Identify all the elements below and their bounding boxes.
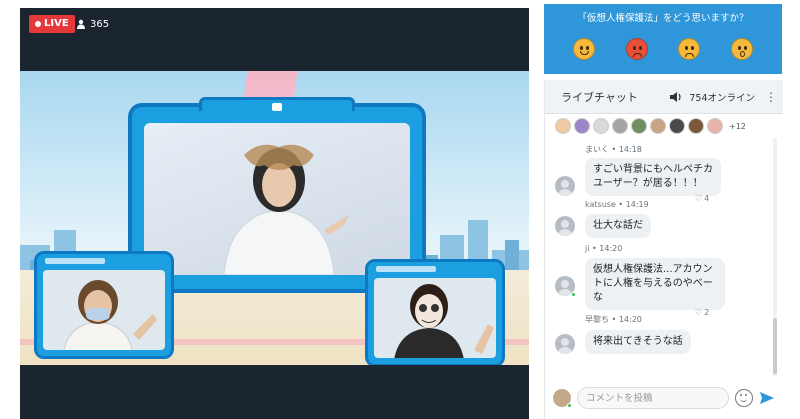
guest-left-avatar [63,280,157,350]
online-status-dot [567,403,572,408]
guest-right-avatar [394,284,494,358]
guest-name-tag [376,266,436,272]
message-author: まいく • 14:18 [585,145,642,154]
message-author: katsuse • 14:19 [585,200,649,209]
stream-video [20,71,529,365]
comment-input[interactable] [577,387,729,409]
angry-emoji-icon[interactable] [625,38,648,60]
user-avatar [555,334,575,354]
chat-input-row [545,380,783,416]
viewer-count-value: 365 [90,18,110,30]
viewer-count: 365 [76,15,109,33]
chat-message: 壮大な話だ [585,214,651,238]
more-options-icon[interactable]: ⋮ [765,90,777,104]
happy-emoji-icon[interactable] [573,38,596,60]
user-avatar [555,176,575,196]
live-badge: LIVE [29,15,75,33]
poll-panel: 「仮想人権保護法」をどう思いますか？ [544,4,782,74]
participant-avatar[interactable] [612,118,628,134]
guest-screen-right [374,278,496,358]
live-dot-icon [35,21,41,27]
chat-messages: まいく • 14:18 すごい背景にもヘルペチカユーザー？が居る！！！ ♡ 4 … [545,138,773,376]
guest-video-frame-right [365,259,505,365]
player-bottom-bar [20,365,529,419]
app-root: LIVE 365 「仮想人権保護法」をどう思いますか？ ライブチャット 754オ… [0,0,800,419]
poll-options [544,38,782,60]
guest-name-tag [45,258,105,264]
person-icon [77,19,85,29]
participant-avatar[interactable] [631,118,647,134]
video-player[interactable]: LIVE 365 [20,8,529,419]
online-status-dot [571,292,576,297]
participant-avatar[interactable] [688,118,704,134]
main-speaker-screen [144,123,410,275]
more-participants-count[interactable]: +12 [729,122,746,131]
send-icon[interactable] [759,390,775,406]
poll-question: 「仮想人権保護法」をどう思いますか？ [577,13,749,24]
message-author: 早黎ち • 14:20 [585,315,642,324]
participant-avatar[interactable] [574,118,590,134]
frame-cap [199,97,355,111]
guest-screen-left [43,270,165,350]
participant-avatar[interactable] [650,118,666,134]
user-avatar [555,216,575,236]
current-user-avatar [553,389,572,408]
online-count: 754オンライン [689,92,755,104]
scrollbar-thumb[interactable] [773,318,777,374]
live-label: LIVE [44,18,69,29]
live-chat-panel: ライブチャット 754オンライン ⋮ +12 まいく • 14:18 すごい背景… [544,80,783,419]
participant-avatars: +12 [555,118,746,134]
guest-video-frame-left [34,251,174,359]
message-likes[interactable]: ♡ 4 [695,194,709,203]
chat-message: 将来出てきそうな話 [585,330,691,354]
chat-message: 仮想人権保護法...アカウントに人権を与えるのやべーな [585,258,725,310]
emoji-picker-icon[interactable] [735,389,753,407]
sad-emoji-icon[interactable] [678,38,701,60]
participant-avatar[interactable] [669,118,685,134]
frame-logo-icon [272,103,282,111]
chat-title: ライブチャット [561,90,638,104]
chat-scrollbar[interactable] [773,138,777,376]
main-speaker-avatar [223,144,349,275]
shocked-emoji-icon[interactable] [730,38,753,60]
message-author: ji • 14:20 [585,244,623,253]
participant-avatar[interactable] [593,118,609,134]
chat-message: すごい背景にもヘルペチカユーザー？が居る！！！ [585,158,721,196]
chat-header: ライブチャット 754オンライン ⋮ [545,80,783,114]
message-likes[interactable]: ♡ 2 [695,308,709,317]
participant-avatar[interactable] [555,118,571,134]
participant-avatar[interactable] [707,118,723,134]
speaker-icon[interactable] [669,91,683,103]
